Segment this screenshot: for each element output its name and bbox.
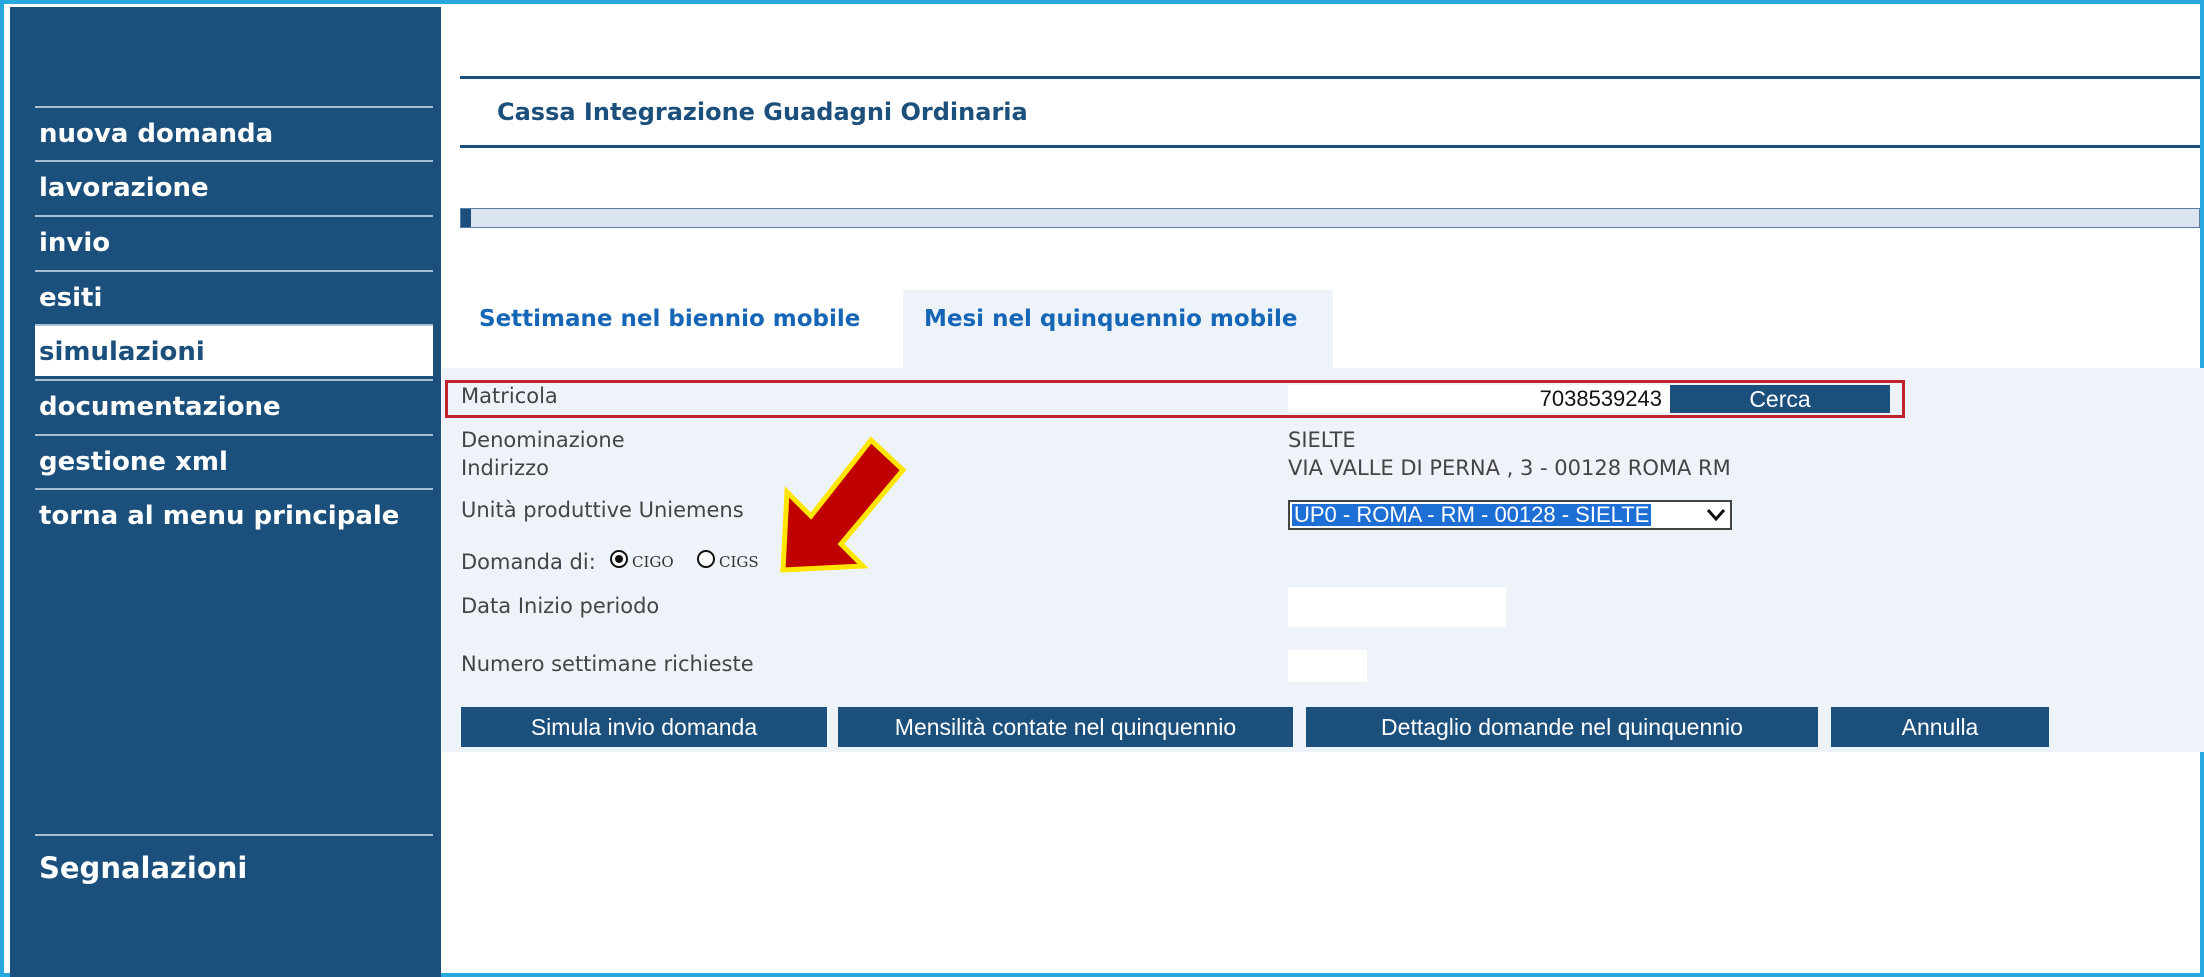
denominazione-value: SIELTE — [1288, 428, 1356, 452]
denominazione-label: Denominazione — [461, 428, 625, 452]
tab-mesi-quinquennio[interactable]: Mesi nel quinquennio mobile — [903, 290, 1333, 368]
sidebar-item-invio[interactable]: invio — [35, 215, 433, 267]
indirizzo-label: Indirizzo — [461, 456, 550, 480]
tab-settimane-biennio[interactable]: Settimane nel biennio mobile — [458, 290, 903, 368]
numero-settimane-input[interactable] — [1288, 650, 1367, 682]
annotation-arrow-icon — [780, 436, 907, 573]
progress-fill — [461, 209, 471, 227]
radio-cigo-label: CIGO — [632, 553, 674, 571]
sidebar: nuova domanda lavorazione invio esiti si… — [10, 7, 441, 977]
radio-cigs[interactable] — [697, 550, 715, 568]
matricola-label: Matricola — [461, 384, 558, 408]
radio-selected-dot — [615, 555, 623, 563]
unita-produttive-label: Unità produttive Uniemens — [461, 498, 744, 522]
title-rule-top — [460, 76, 2200, 79]
simula-invio-button[interactable]: Simula invio domanda — [461, 707, 827, 747]
dettaglio-domande-button[interactable]: Dettaglio domande nel quinquennio — [1306, 707, 1818, 747]
sidebar-item-nuova-domanda[interactable]: nuova domanda — [35, 106, 433, 158]
sidebar-item-gestione-xml[interactable]: gestione xml — [35, 434, 433, 486]
cerca-button[interactable]: Cerca — [1670, 385, 1890, 413]
radio-cigs-label: CIGS — [719, 553, 759, 571]
unita-produttive-select[interactable]: UP0 - ROMA - RM - 00128 - SIELTE — [1288, 500, 1732, 530]
matricola-input[interactable] — [1288, 385, 1670, 413]
indirizzo-value: VIA VALLE DI PERNA , 3 - 00128 ROMA RM — [1288, 456, 1731, 480]
sidebar-item-lavorazione[interactable]: lavorazione — [35, 160, 433, 212]
chevron-down-icon — [1706, 509, 1726, 522]
sidebar-item-esiti[interactable]: esiti — [35, 270, 433, 322]
title-rule-bottom — [460, 145, 2200, 148]
progress-bar — [460, 208, 2200, 228]
unita-produttive-selected-value: UP0 - ROMA - RM - 00128 - SIELTE — [1292, 502, 1652, 527]
data-inizio-label: Data Inizio periodo — [461, 594, 660, 618]
mensilita-contate-button[interactable]: Mensilità contate nel quinquennio — [838, 707, 1293, 747]
sidebar-item-torna-menu[interactable]: torna al menu principale — [35, 488, 433, 540]
data-inizio-input[interactable] — [1288, 587, 1506, 627]
annulla-button[interactable]: Annulla — [1831, 707, 2049, 747]
domanda-di-label: Domanda di: — [461, 550, 596, 574]
sidebar-item-documentazione[interactable]: documentazione — [35, 379, 433, 431]
numero-settimane-label: Numero settimane richieste — [461, 652, 754, 676]
sidebar-item-simulazioni[interactable]: simulazioni — [35, 324, 433, 376]
page-title: Cassa Integrazione Guadagni Ordinaria — [497, 98, 1028, 126]
radio-cigo[interactable] — [610, 550, 628, 568]
sidebar-item-segnalazioni[interactable]: Segnalazioni — [35, 834, 433, 898]
